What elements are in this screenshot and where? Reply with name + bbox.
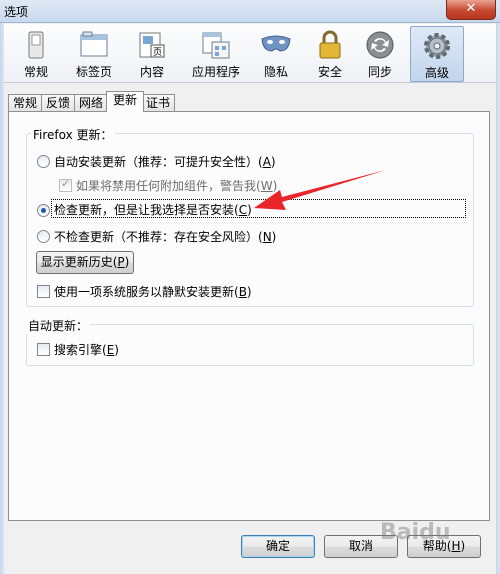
never-check-radio[interactable] — [37, 230, 50, 243]
category-label: 安全 — [317, 65, 342, 79]
search-engines-checkbox[interactable] — [37, 343, 50, 356]
tab-feedback[interactable]: 反馈 — [41, 94, 75, 112]
mask-icon — [261, 35, 291, 52]
category-label: 隐私 — [263, 65, 288, 79]
category-sync[interactable]: 同步 — [358, 26, 402, 80]
warn-addons-label[interactable]: 如果将禁用任何附加组件，警告我(W) — [76, 177, 277, 194]
category-security[interactable]: 安全 — [308, 26, 352, 80]
gear-icon — [424, 33, 450, 59]
window-frame-left — [0, 23, 4, 574]
category-toolbar: 常规 标签页 页 内容 应用程序 隐私 安全 同步 高级 — [4, 24, 496, 83]
page-content-icon: 页 — [139, 32, 165, 58]
tab-certificates[interactable]: 证书 — [141, 94, 175, 112]
show-update-history-button[interactable]: 显示更新历史(P) — [36, 251, 134, 274]
auto-install-radio[interactable] — [37, 155, 50, 168]
category-label: 同步 — [367, 65, 392, 79]
category-label: 标签页 — [75, 65, 112, 79]
category-label: 常规 — [23, 65, 48, 79]
sync-icon — [366, 31, 394, 59]
category-label: 内容 — [139, 65, 164, 79]
category-general[interactable]: 常规 — [10, 26, 62, 80]
window-title: 选项 — [4, 5, 29, 19]
tab-update[interactable]: 更新 — [106, 91, 144, 112]
firefox-update-title: Firefox 更新： — [31, 126, 115, 143]
close-icon: ✕ — [465, 1, 477, 16]
update-panel: Firefox 更新： 自动安装更新（推荐：可提升安全性）(A) 如果将禁用任何… — [8, 111, 490, 521]
background-service-checkbox[interactable] — [37, 285, 50, 298]
auto-install-label[interactable]: 自动安装更新（推荐：可提升安全性）(A) — [54, 153, 276, 170]
red-arrow-annotation — [254, 170, 386, 210]
category-privacy[interactable]: 隐私 — [254, 26, 298, 80]
category-applications[interactable]: 应用程序 — [184, 26, 248, 80]
padlock-icon — [319, 30, 341, 59]
check-choose-label[interactable]: 检查更新，但是让我选择是否安装(C) — [54, 201, 252, 218]
title-bar: 选项 ✕ — [0, 0, 500, 23]
auto-update-title: 自动更新： — [26, 317, 91, 334]
switch-icon — [28, 31, 44, 59]
category-advanced[interactable]: 高级 — [410, 26, 464, 82]
tab-general[interactable]: 常规 — [8, 94, 42, 112]
check-choose-radio[interactable] — [37, 204, 50, 217]
category-label: 高级 — [424, 66, 449, 80]
category-label: 应用程序 — [191, 65, 240, 79]
background-service-label[interactable]: 使用一项系统服务以静默安装更新(B) — [54, 283, 252, 300]
tabs-window-icon — [80, 31, 108, 57]
warn-addons-checkbox[interactable] — [59, 177, 72, 192]
ok-button[interactable]: 确定 — [241, 535, 315, 558]
never-check-label[interactable]: 不检查更新（不推荐：存在安全风险）(N) — [54, 228, 276, 245]
window-frame-right — [496, 23, 500, 574]
tab-network[interactable]: 网络 — [74, 94, 108, 112]
close-button[interactable]: ✕ — [446, 0, 496, 20]
search-engines-label[interactable]: 搜索引擎(E) — [54, 341, 119, 358]
category-tabs[interactable]: 标签页 — [68, 26, 120, 80]
applications-icon — [202, 32, 230, 59]
watermark: Baidu — [380, 520, 451, 545]
svg-text:页: 页 — [153, 47, 162, 58]
category-content[interactable]: 页 内容 — [126, 26, 178, 80]
